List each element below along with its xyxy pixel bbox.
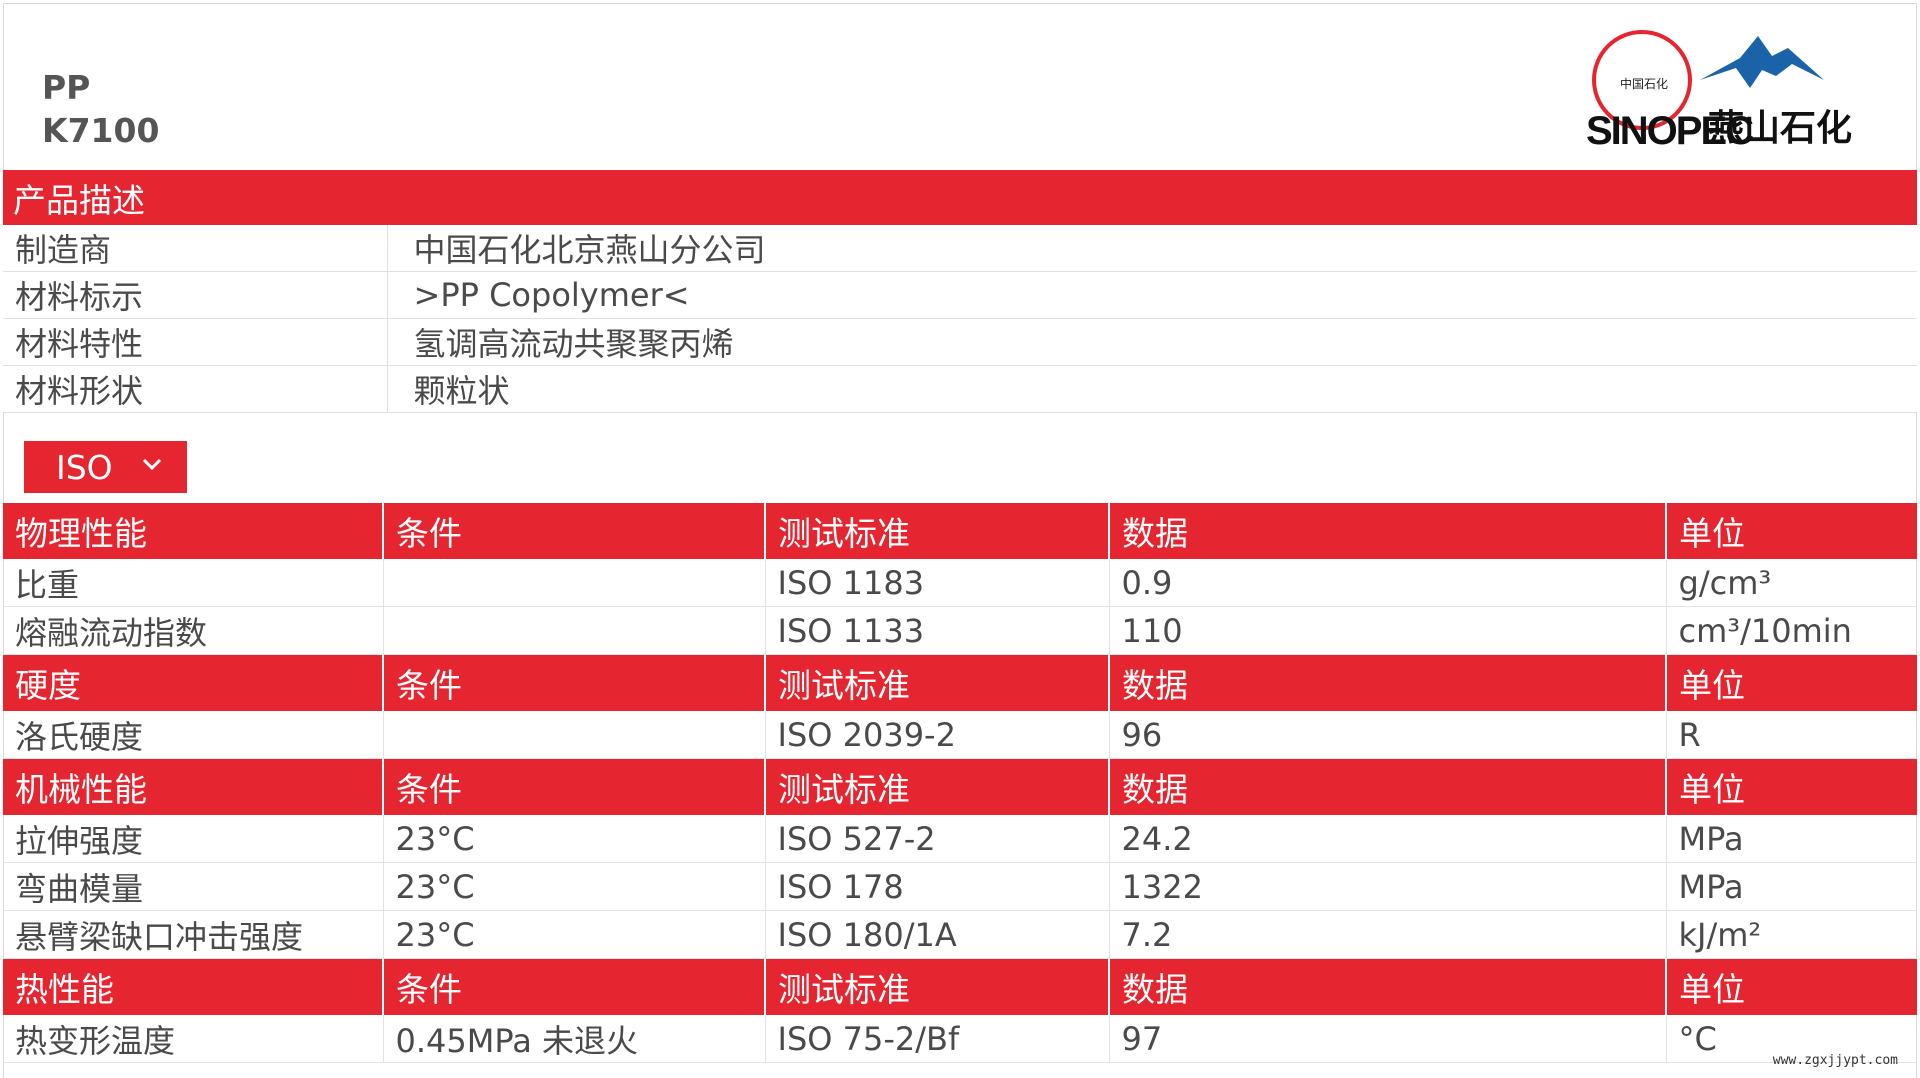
table-cell: 0.9 (1109, 559, 1667, 607)
description-row: 制造商 中国石化北京燕山分公司 (3, 225, 1917, 272)
section-header-cell: 数据 (1109, 758, 1667, 815)
section-header-cell: 数据 (1109, 503, 1667, 559)
table-cell: 比重 (3, 559, 384, 607)
table-row: 洛氏硬度 ISO 2039-2 96 R (3, 711, 1917, 759)
table-cell: MPa (1666, 862, 1917, 911)
standard-select-value: ISO (56, 447, 113, 487)
section-header-cell: 条件 (383, 758, 766, 815)
table-cell: 110 (1109, 606, 1667, 655)
section-header-cell: 热性能 (3, 958, 384, 1015)
description-key: 材料形状 (3, 365, 388, 413)
description-row: 材料特性 氢调高流动共聚聚丙烯 (3, 318, 1917, 366)
table-cell (383, 711, 766, 759)
table-cell: ISO 180/1A (765, 910, 1110, 959)
section-header-cell: 测试标准 (765, 654, 1110, 711)
product-grade: K7100 (42, 111, 160, 150)
section-header-cell: 物理性能 (3, 503, 384, 559)
product-type: PP (42, 68, 91, 107)
product-title: PP K7100 (42, 66, 159, 152)
section-header-cell: 单位 (1666, 503, 1917, 559)
table-cell: ISO 178 (765, 862, 1110, 911)
table-row: 比重 ISO 1183 0.9 g/cm³ (3, 559, 1917, 607)
chevron-down-icon (142, 458, 162, 471)
description-value: 氢调高流动共聚聚丙烯 (387, 318, 1917, 366)
table-cell: ISO 527-2 (765, 815, 1110, 863)
mountain-icon (1700, 36, 1824, 88)
section-header-cell: 单位 (1666, 654, 1917, 711)
section-header-cell: 单位 (1666, 758, 1917, 815)
section-header-cell: 测试标准 (765, 958, 1110, 1015)
table-row: 熔融流动指数 ISO 1133 110 cm³/10min (3, 606, 1917, 655)
description-key: 材料特性 (3, 318, 388, 366)
table-cell: 97 (1109, 1015, 1667, 1063)
table-cell: 23°C (383, 862, 766, 911)
table-cell: 0.45MPa 未退火 (383, 1015, 766, 1063)
table-cell (383, 606, 766, 655)
table-cell: 23°C (383, 815, 766, 863)
section-header-cell: 条件 (383, 503, 766, 559)
standard-select[interactable]: ISO (24, 441, 187, 493)
section-header-cell: 数据 (1109, 654, 1667, 711)
table-cell: 拉伸强度 (3, 815, 384, 863)
section-header-cell: 硬度 (3, 654, 384, 711)
logo-graphic: 中国石化 SINOPEC 燕山石化 (1586, 30, 1852, 153)
description-key: 材料标示 (3, 271, 388, 319)
table-row: 热变形温度 0.45MPa 未退火 ISO 75-2/Bf 97 °C (3, 1015, 1917, 1063)
section-header-cell: 条件 (383, 654, 766, 711)
table-cell: 1322 (1109, 862, 1667, 911)
sinopec-yanshan-logo: 中国石化 SINOPEC 燕山石化 (1580, 18, 1880, 158)
section-header-cell: 条件 (383, 958, 766, 1015)
sinopec-small-text: 中国石化 (1620, 76, 1668, 91)
table-cell: kJ/m² (1666, 910, 1917, 959)
description-row: 材料形状 颗粒状 (3, 365, 1917, 413)
table-cell: 7.2 (1109, 910, 1667, 959)
yanshan-name: 燕山石化 (1708, 108, 1852, 149)
table-cell: ISO 1133 (765, 606, 1110, 655)
table-cell: 洛氏硬度 (3, 711, 384, 759)
watermark: www.zgxjjypt.com (1772, 1053, 1898, 1068)
description-table: 制造商 中国石化北京燕山分公司 材料标示 >PP Copolymer< 材料特性 氢调高流… (3, 225, 1917, 413)
table-cell: g/cm³ (1666, 559, 1917, 607)
section-header-row: 硬度 条件 测试标准 数据 单位 (3, 654, 1917, 711)
table-cell: R (1666, 711, 1917, 759)
description-value: 颗粒状 (387, 365, 1917, 413)
table-cell: 24.2 (1109, 815, 1667, 863)
section-header-cell: 测试标准 (765, 758, 1110, 815)
description-key: 制造商 (3, 225, 388, 272)
table-cell: 96 (1109, 711, 1667, 759)
table-cell: 弯曲模量 (3, 862, 384, 911)
table-cell: cm³/10min (1666, 606, 1917, 655)
description-header: 产品描述 (3, 170, 1917, 225)
table-cell: ISO 75-2/Bf (765, 1015, 1110, 1063)
table-cell: 23°C (383, 910, 766, 959)
section-header-cell: 数据 (1109, 958, 1667, 1015)
section-header-cell: 测试标准 (765, 503, 1110, 559)
table-cell: MPa (1666, 815, 1917, 863)
section-header-row: 机械性能 条件 测试标准 数据 单位 (3, 758, 1917, 815)
description-row: 材料标示 >PP Copolymer< (3, 271, 1917, 319)
table-cell: 熔融流动指数 (3, 606, 384, 655)
table-cell: ISO 1183 (765, 559, 1110, 607)
table-row: 悬臂梁缺口冲击强度 23°C ISO 180/1A 7.2 kJ/m² (3, 910, 1917, 959)
table-row: 拉伸强度 23°C ISO 527-2 24.2 MPa (3, 815, 1917, 863)
table-row: 弯曲模量 23°C ISO 178 1322 MPa (3, 862, 1917, 911)
description-value: >PP Copolymer< (387, 271, 1917, 319)
description-value: 中国石化北京燕山分公司 (387, 225, 1917, 272)
table-cell: ISO 2039-2 (765, 711, 1110, 759)
table-cell (383, 559, 766, 607)
section-header-cell: 机械性能 (3, 758, 384, 815)
section-header-cell: 单位 (1666, 958, 1917, 1015)
section-header-row: 物理性能 条件 测试标准 数据 单位 (3, 503, 1917, 559)
properties-table: 物理性能 条件 测试标准 数据 单位 比重 ISO 1183 0.9 g/cm³ 熔融流动指数 IS… (3, 503, 1917, 1063)
table-cell: 悬臂梁缺口冲击强度 (3, 910, 384, 959)
section-header-row: 热性能 条件 测试标准 数据 单位 (3, 958, 1917, 1015)
table-cell: 热变形温度 (3, 1015, 384, 1063)
